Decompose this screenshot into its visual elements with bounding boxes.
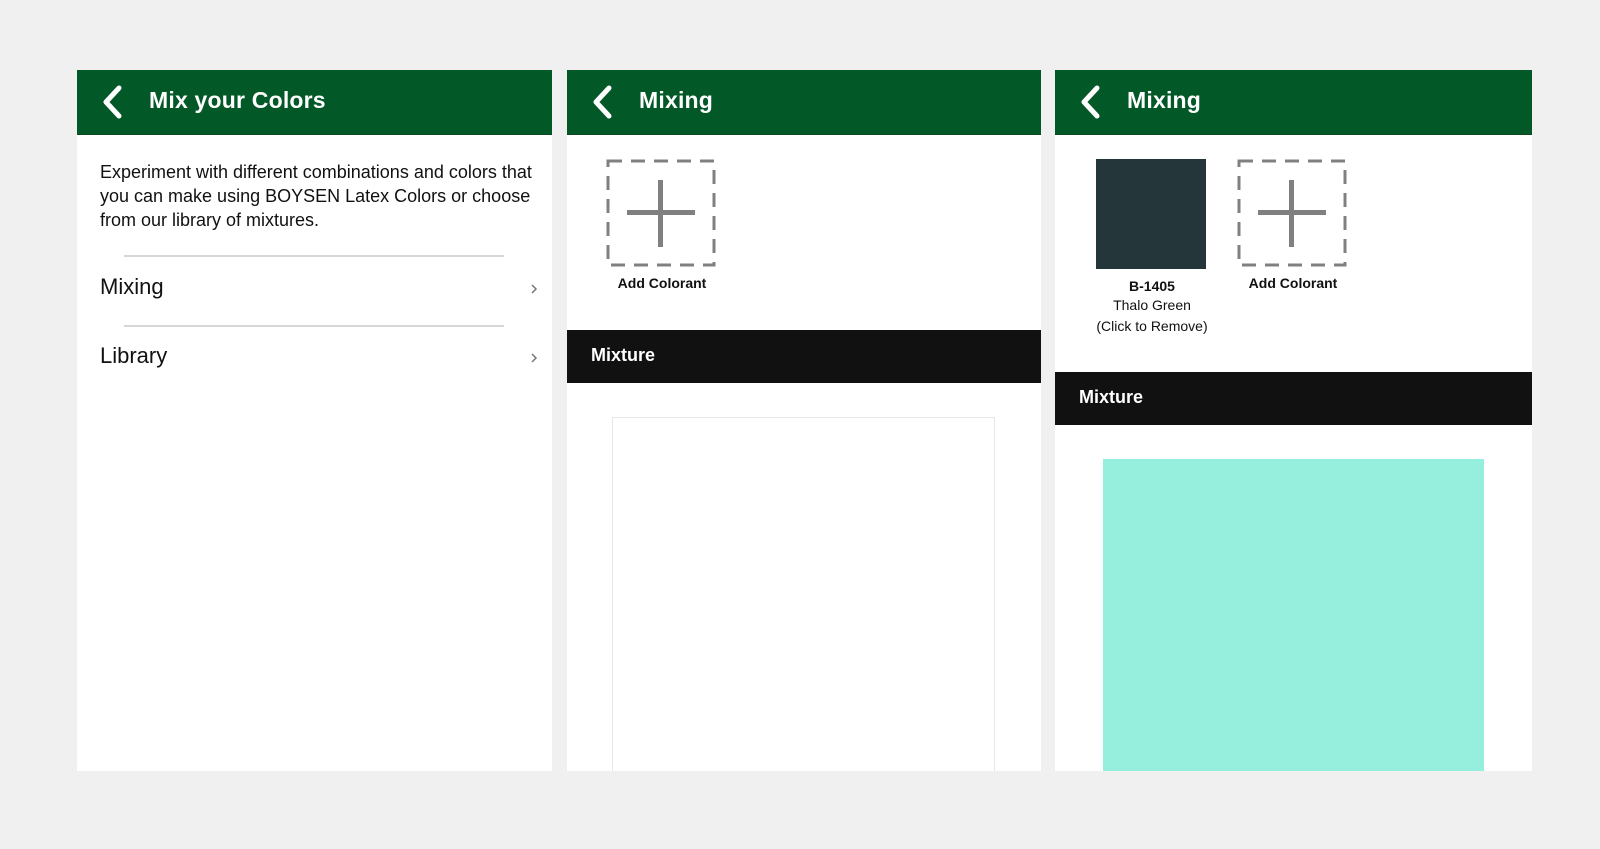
- divider: [124, 325, 504, 327]
- mixture-preview: [1103, 459, 1484, 771]
- chevron-right-icon: [528, 282, 540, 296]
- colorant-swatch[interactable]: [1096, 159, 1206, 269]
- menu-item-label: Library: [100, 343, 168, 368]
- colorant-tile[interactable]: B-1405 Thalo Green (Click to Remove): [1096, 159, 1208, 337]
- divider: [124, 255, 504, 257]
- add-colorant-button[interactable]: [1237, 159, 1347, 267]
- menu-item-label: Mixing: [100, 274, 164, 299]
- intro-text: Experiment with different combinations a…: [100, 162, 532, 230]
- mixing-screen-empty: Mixing Add Colorant Mixture: [567, 70, 1041, 771]
- colorant-code: B-1405: [1129, 278, 1175, 294]
- menu-item-mixing[interactable]: Mixing: [77, 260, 552, 320]
- chevron-right-icon: [528, 351, 540, 365]
- mixture-header: Mixture: [567, 330, 1041, 383]
- add-colorant-tile[interactable]: Add Colorant: [606, 159, 718, 291]
- app-header: Mix your Colors: [77, 70, 552, 135]
- chevron-left-icon: [593, 85, 612, 119]
- page-title: Mixing: [639, 87, 714, 113]
- app-header: Mixing: [1055, 70, 1532, 135]
- plus-icon: [606, 159, 716, 267]
- page-title: Mixing: [1127, 87, 1202, 113]
- mixing-screen-with-colorant: Mixing B-1405 Thalo Green (Click to Remo…: [1055, 70, 1532, 771]
- chevron-left-icon: [103, 85, 122, 119]
- mixture-label: Mixture: [1079, 387, 1144, 407]
- menu-item-library[interactable]: Library: [77, 329, 552, 389]
- page-title: Mix your Colors: [149, 87, 326, 113]
- mixture-preview: [612, 417, 995, 771]
- back-button[interactable]: [1075, 84, 1111, 120]
- add-colorant-button[interactable]: [606, 159, 716, 267]
- colorant-name: Thalo Green: [1113, 297, 1191, 313]
- chevron-left-icon: [1081, 85, 1100, 119]
- mixture-header: Mixture: [1055, 372, 1532, 425]
- plus-icon: [1237, 159, 1347, 267]
- add-colorant-label: Add Colorant: [617, 275, 707, 291]
- mixture-label: Mixture: [591, 345, 656, 365]
- add-colorant-label: Add Colorant: [1248, 275, 1338, 291]
- back-button[interactable]: [587, 84, 623, 120]
- app-header: Mixing: [567, 70, 1041, 135]
- mix-your-colors-screen: Mix your Colors Experiment with differen…: [77, 70, 552, 771]
- add-colorant-tile[interactable]: Add Colorant: [1237, 159, 1349, 291]
- remove-hint: (Click to Remove): [1096, 318, 1208, 334]
- back-button[interactable]: [97, 84, 133, 120]
